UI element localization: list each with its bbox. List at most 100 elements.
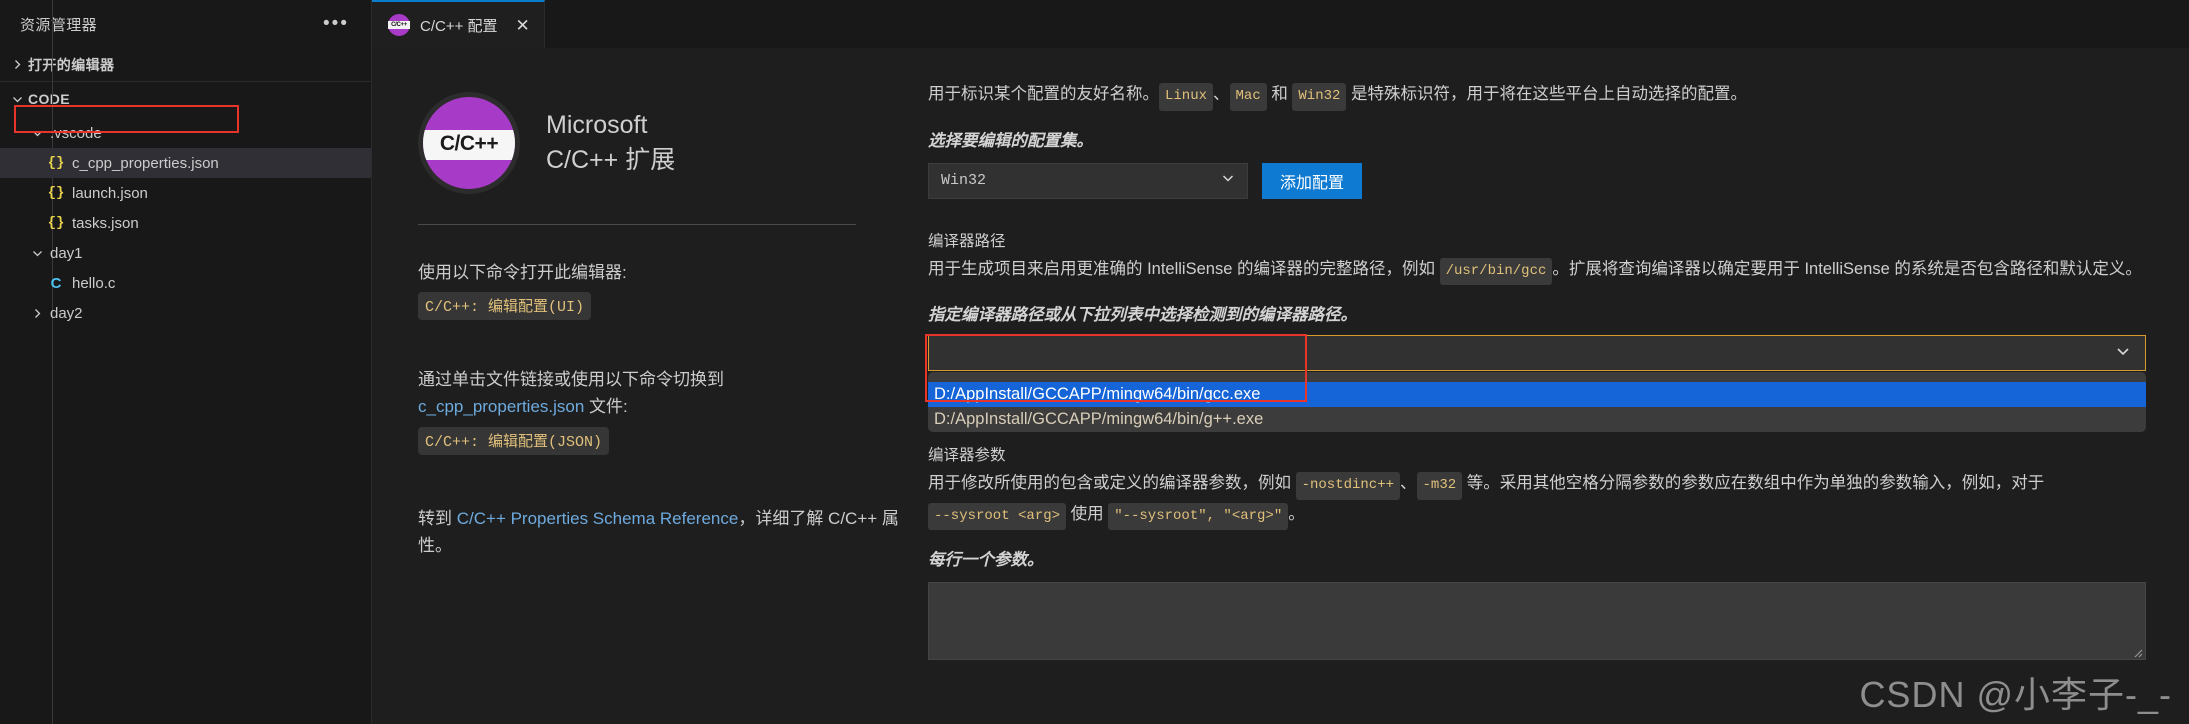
c-file-icon: C <box>50 274 62 292</box>
configuration-select-value: Win32 <box>941 172 987 189</box>
close-icon[interactable]: ✕ <box>516 17 530 34</box>
logo-label: C/C++ <box>439 131 499 155</box>
compiler-args-desc-1: 用于修改所使用的包含或定义的编译器参数，例如 <box>928 474 1296 492</box>
tree-item-label: launch.json <box>72 184 148 202</box>
compiler-path-combobox-wrapper: D:/AppInstall/GCCAPP/mingw64/bin/gcc.exe… <box>925 334 2146 432</box>
compiler-args-note: 每行一个参数。 <box>928 551 1044 569</box>
extension-info-column: C/C++ Microsoft C/C++ 扩展 使用以下命令打开此编辑器: C… <box>372 48 928 724</box>
code-win32: Win32 <box>1292 83 1347 111</box>
compiler-path-dropdown[interactable]: D:/AppInstall/GCCAPP/mingw64/bin/gcc.exe… <box>928 372 2146 432</box>
editor-area: C/C++ C/C++ 配置 ✕ C/C++ Microsoft C/C++ 扩… <box>372 0 2189 724</box>
json-file-icon: {} <box>47 185 65 201</box>
compiler-args-section: 编译器参数 用于修改所使用的包含或定义的编译器参数，例如 -nostdinc++… <box>928 443 2146 660</box>
chevron-right-icon <box>26 308 48 319</box>
tab-bar: C/C++ C/C++ 配置 ✕ <box>372 0 2189 48</box>
switch-json-text-b: 文件: <box>584 397 628 417</box>
command-code-ui: C/C++: 编辑配置(UI) <box>418 292 592 321</box>
file-tree: .vscode {} c_cpp_properties.json {} laun… <box>0 0 371 724</box>
cpp-logo-icon: C/C++ <box>418 92 520 194</box>
compiler-args-label: 编译器参数 <box>928 447 1006 464</box>
tree-file-hello-c[interactable]: C hello.c <box>0 268 371 298</box>
compiler-args-desc-2: 等。采用其他空格分隔参数的参数应在数组中作为单独的参数输入，例如，对于 <box>1462 474 2045 492</box>
schema-reference-help: 转到 C/C++ Properties Schema Reference，详细了… <box>418 505 928 559</box>
compiler-args-description: 用于修改所使用的包含或定义的编译器参数，例如 -nostdinc++、 -m32 … <box>928 469 2146 530</box>
switch-json-help: 通过单击文件链接或使用以下命令切换到 c_cpp_properties.json… <box>418 366 928 455</box>
sidebar-section-code[interactable]: CODE <box>0 82 371 116</box>
sidebar-section-open-editors[interactable]: 打开的编辑器 <box>0 48 371 82</box>
name-desc-part1: 用于标识某个配置的友好名称。 <box>928 85 1159 103</box>
chevron-down-icon <box>26 128 48 139</box>
tree-file-launch-json[interactable]: {} launch.json <box>0 178 371 208</box>
tree-folder-vscode[interactable]: .vscode <box>0 118 371 148</box>
name-desc-sep1: 、 <box>1213 85 1230 103</box>
config-set-note: 选择要编辑的配置集。 <box>928 131 1093 150</box>
sidebar-section-label: CODE <box>28 91 71 107</box>
config-select-row: Win32 添加配置 <box>928 162 2146 199</box>
extension-name: C/C++ 扩展 <box>546 146 676 174</box>
switch-json-text-a: 通过单击文件链接或使用以下命令切换到 <box>418 370 724 390</box>
code-nostdinc: -nostdinc++ <box>1295 472 1401 500</box>
code-mac: Mac <box>1229 83 1267 111</box>
chevron-down-icon <box>1221 171 1235 190</box>
code-usr-bin-gcc: /usr/bin/gcc <box>1439 257 1553 285</box>
name-desc-part2: 是特殊标识符，用于将在这些平台上自动选择的配置。 <box>1346 85 1748 103</box>
vscode-window: 资源管理器 ••• 打开的编辑器 CODE .vscode {} c_cpp_p… <box>0 0 2189 724</box>
add-config-button[interactable]: 添加配置 <box>1262 162 1363 199</box>
compiler-args-sep1: 、 <box>1400 474 1417 492</box>
configuration-select[interactable]: Win32 <box>928 162 1248 199</box>
cpp-extension-icon: C/C++ <box>388 14 410 36</box>
code-m32: -m32 <box>1416 472 1463 500</box>
code-sysroot-quoted: "--sysroot", "<arg>" <box>1108 502 1289 530</box>
tree-folder-day1[interactable]: day1 <box>0 238 371 268</box>
resize-grip-icon[interactable] <box>2131 645 2143 658</box>
tree-item-label: c_cpp_properties.json <box>72 154 219 172</box>
command-code-json: C/C++: 编辑配置(JSON) <box>418 426 610 455</box>
tab-cpp-config[interactable]: C/C++ C/C++ 配置 ✕ <box>372 0 545 48</box>
tree-item-label: hello.c <box>72 274 116 292</box>
compiler-path-desc-1: 用于生成项目来启用更准确的 IntelliSense 的编译器的完整路径，例如 <box>928 259 1440 278</box>
tree-item-label: day1 <box>50 244 83 262</box>
schema-ref-text-a: 转到 <box>418 508 457 528</box>
extension-title-block: Microsoft C/C++ 扩展 <box>546 108 675 179</box>
dropdown-option-gpp[interactable]: D:/AppInstall/GCCAPP/mingw64/bin/g++.exe <box>928 407 2146 432</box>
open-editor-help: 使用以下命令打开此编辑器: C/C++: 编辑配置(UI) <box>418 259 928 321</box>
c-cpp-properties-link[interactable]: c_cpp_properties.json <box>418 397 584 416</box>
compiler-path-note: 指定编译器路径或从下拉列表中选择检测到的编译器路径。 <box>928 306 1357 324</box>
chevron-right-icon <box>6 59 28 70</box>
vertical-scrollbar[interactable] <box>2176 48 2189 724</box>
sidebar-section-label: 打开的编辑器 <box>28 56 115 73</box>
code-linux: Linux <box>1159 83 1214 111</box>
chevron-down-icon[interactable] <box>2115 343 2131 364</box>
compiler-path-desc-2: 。扩展将查询编译器以确定要用于 IntelliSense 的系统是否包含路径和默… <box>1552 259 2142 278</box>
compiler-args-desc-3: 使用 <box>1066 504 1109 523</box>
config-editor-body: C/C++ Microsoft C/C++ 扩展 使用以下命令打开此编辑器: C… <box>372 48 2189 724</box>
ellipsis-icon[interactable]: ••• <box>323 14 353 33</box>
extension-branding: C/C++ Microsoft C/C++ 扩展 <box>418 92 928 194</box>
name-desc-sep2: 和 <box>1266 85 1293 103</box>
compiler-path-label: 编译器路径 <box>928 232 1006 250</box>
json-file-icon: {} <box>47 215 65 231</box>
tab-label: C/C++ 配置 <box>420 17 498 35</box>
dropdown-option-gcc[interactable]: D:/AppInstall/GCCAPP/mingw64/bin/gcc.exe <box>928 382 2146 407</box>
schema-reference-link[interactable]: C/C++ Properties Schema Reference <box>457 509 739 528</box>
tree-item-label: .vscode <box>50 124 102 142</box>
chevron-down-icon <box>26 248 48 259</box>
tree-folder-day2[interactable]: day2 <box>0 298 371 328</box>
config-form-column: 用于标识某个配置的友好名称。 Linux、 Mac 和 Win32 是特殊标识符，用… <box>925 48 2189 724</box>
tree-file-tasks-json[interactable]: {} tasks.json <box>0 208 371 238</box>
tree-item-label: tasks.json <box>72 214 139 232</box>
explorer-header: 资源管理器 ••• <box>0 0 371 48</box>
compiler-args-textarea[interactable] <box>928 582 2146 660</box>
tree-item-label: day2 <box>50 304 83 322</box>
explorer-title: 资源管理器 <box>20 16 98 34</box>
compiler-path-input[interactable] <box>928 335 2146 371</box>
explorer-sidebar: 资源管理器 ••• 打开的编辑器 CODE .vscode {} c_cpp_p… <box>0 0 372 724</box>
extension-publisher: Microsoft <box>546 110 648 139</box>
tree-file-c-cpp-properties[interactable]: {} c_cpp_properties.json <box>0 148 371 178</box>
tree-indent-guide <box>52 0 53 724</box>
compiler-path-description: 用于生成项目来启用更准确的 IntelliSense 的编译器的完整路径，例如 … <box>928 255 2146 285</box>
code-sysroot-arg: --sysroot <arg> <box>928 502 1067 530</box>
open-editor-text: 使用以下命令打开此编辑器: <box>418 263 627 282</box>
divider <box>418 224 856 225</box>
name-description: 用于标识某个配置的友好名称。 Linux、 Mac 和 Win32 是特殊标识符，用… <box>928 80 2146 111</box>
